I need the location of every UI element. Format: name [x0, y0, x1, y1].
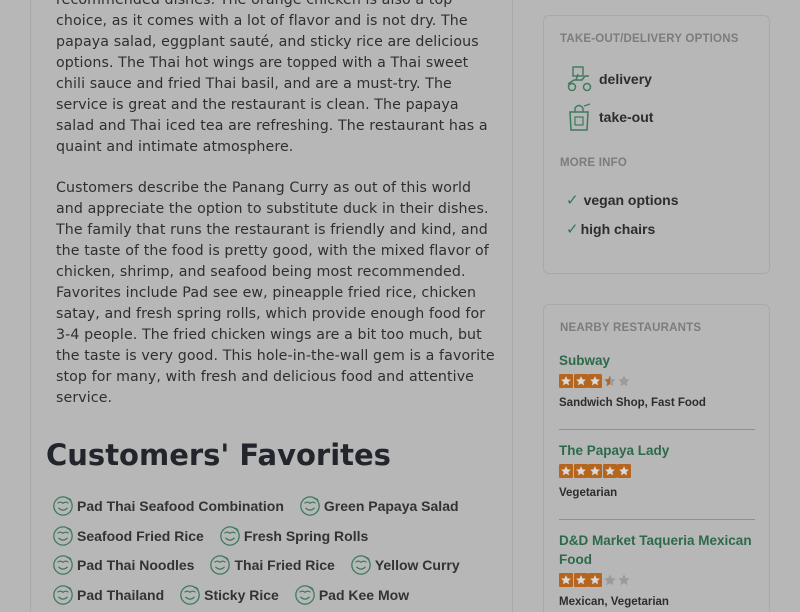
- more-info-heading: MORE INFO: [560, 157, 627, 169]
- smiling-dish-icon: [350, 554, 372, 576]
- checkmark-icon: ✓: [566, 220, 579, 238]
- info-label: high chairs: [580, 221, 656, 237]
- favorite-dish-label: Pad Kee Mow: [318, 587, 410, 603]
- star-full-icon: [603, 464, 617, 478]
- favorite-dish-label: Pad Thailand: [77, 587, 165, 603]
- star-full-icon: [588, 464, 602, 478]
- nearby-restaurant-papaya-lady: The Papaya Lady Vegetarian: [559, 441, 755, 499]
- delivery-scooter-icon: [567, 66, 592, 92]
- smiling-dish-icon: [52, 554, 74, 576]
- favorite-dish: Pad Thailand: [52, 584, 164, 606]
- smiling-dish-icon: [294, 584, 316, 606]
- favorites-title: Customers' Favorites: [46, 438, 391, 472]
- delivery-option: delivery: [564, 64, 652, 94]
- restaurant-categories: Sandwich Shop, Fast Food: [559, 397, 706, 409]
- delivery-label: delivery: [599, 71, 652, 87]
- favorites-row: Pad Thai Seafood Combination Green Papaya…: [52, 494, 474, 518]
- favorite-dish-label: Green Papaya Salad: [323, 498, 459, 514]
- favorite-dish: Yellow Curry: [350, 554, 460, 576]
- favorite-dish: Sticky Rice: [179, 584, 279, 606]
- star-full-icon: [617, 464, 631, 478]
- favorite-dish: Pad Kee Mow: [294, 584, 409, 606]
- nearby-restaurants-card: NEARBY RESTAURANTS Subway Sandwich Shop,…: [543, 304, 770, 612]
- favorite-dish: Pad Thai Noodles: [52, 554, 194, 576]
- smiling-dish-icon: [219, 525, 241, 547]
- restaurant-categories: Vegetarian: [559, 487, 618, 499]
- summary-paragraph: Customers describe the Panang Curry as o…: [56, 180, 495, 406]
- favorite-dish-label: Pad Thai Seafood Combination: [77, 498, 284, 514]
- star-empty-icon: [603, 573, 617, 587]
- takeout-delivery-card: TAKE-OUT/DELIVERY OPTIONS delivery take-…: [543, 15, 770, 274]
- star-full-icon: [559, 374, 573, 388]
- star-empty-icon: [617, 573, 631, 587]
- takeout-heading: TAKE-OUT/DELIVERY OPTIONS: [560, 33, 739, 45]
- restaurant-link[interactable]: The Papaya Lady: [559, 441, 755, 460]
- takeout-bag-icon: [569, 103, 591, 131]
- info-item-vegan: ✓ vegan options: [566, 191, 678, 209]
- favorites-row: Pad Thailand Sticky Rice Pad Kee Mow: [52, 583, 424, 607]
- restaurant-link[interactable]: Subway: [559, 351, 755, 370]
- restaurant-link[interactable]: D&D Market Taqueria Mexican Food: [559, 531, 755, 569]
- favorite-dish-label: Yellow Curry: [374, 557, 460, 573]
- smiling-dish-icon: [52, 495, 74, 517]
- favorite-dish-label: Thai Fried Rice: [234, 557, 335, 573]
- nearby-restaurant-subway: Subway Sandwich Shop, Fast Food: [559, 351, 755, 409]
- star-full-icon: [574, 573, 588, 587]
- divider: [559, 429, 755, 430]
- favorite-dish-label: Fresh Spring Rolls: [243, 528, 369, 544]
- rating-stars: [559, 374, 755, 388]
- smiling-dish-icon: [299, 495, 321, 517]
- favorite-dish-label: Pad Thai Noodles: [77, 557, 195, 573]
- divider: [559, 519, 755, 520]
- checkmark-icon: ✓: [566, 191, 579, 209]
- star-empty-icon: [617, 374, 631, 388]
- favorites-row: Seafood Fried Rice Fresh Spring Rolls: [52, 524, 383, 548]
- star-half-icon: [603, 374, 617, 388]
- rating-stars: [559, 464, 755, 478]
- star-full-icon: [574, 464, 588, 478]
- smiling-dish-icon: [209, 554, 231, 576]
- nearby-restaurant-dd-market: D&D Market Taqueria Mexican Food Mexican…: [559, 531, 755, 608]
- takeout-label: take-out: [599, 109, 654, 125]
- favorite-dish: Thai Fried Rice: [209, 554, 335, 576]
- smiling-dish-icon: [52, 525, 74, 547]
- info-item-high-chairs: ✓ high chairs: [566, 220, 655, 238]
- star-full-icon: [559, 464, 573, 478]
- favorite-dish: Seafood Fried Rice: [52, 525, 204, 547]
- summary-paragraph: recommended dishes. The orange chicken i…: [56, 0, 488, 155]
- favorite-dish: Fresh Spring Rolls: [219, 525, 368, 547]
- favorite-dish-label: Sticky Rice: [204, 587, 279, 603]
- favorite-dish-label: Seafood Fried Rice: [77, 528, 204, 544]
- favorite-dish: Green Papaya Salad: [299, 495, 459, 517]
- restaurant-categories: Mexican, Vegetarian: [559, 596, 669, 608]
- favorite-dish: Pad Thai Seafood Combination: [52, 495, 284, 517]
- star-full-icon: [588, 573, 602, 587]
- star-full-icon: [574, 374, 588, 388]
- takeout-option: take-out: [564, 102, 653, 132]
- star-full-icon: [559, 573, 573, 587]
- nearby-heading: NEARBY RESTAURANTS: [560, 322, 702, 334]
- rating-stars: [559, 573, 755, 587]
- info-label: vegan options: [583, 192, 679, 208]
- smiling-dish-icon: [52, 584, 74, 606]
- star-full-icon: [588, 374, 602, 388]
- favorites-row: Pad Thai Noodles Thai Fried Rice Yellow Cu…: [52, 553, 475, 577]
- smiling-dish-icon: [179, 584, 201, 606]
